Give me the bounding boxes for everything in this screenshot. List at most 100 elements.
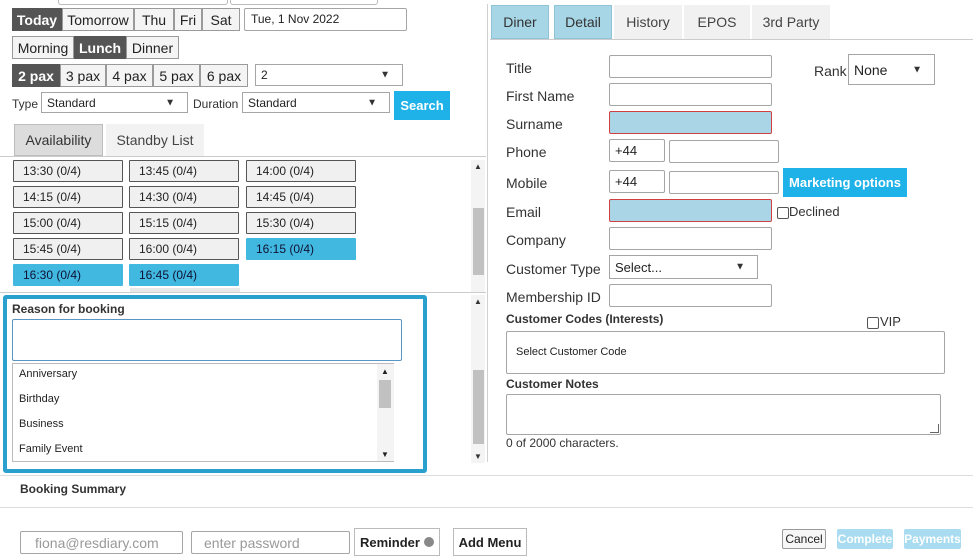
morning-button[interactable]: Morning [12,36,74,59]
pax-6-button[interactable]: 6 pax [200,64,248,87]
pax-5-button[interactable]: 5 pax [153,64,200,87]
tab-standby-list[interactable]: Standby List [106,124,204,156]
reminder-dot-icon [423,537,434,547]
date-value: Tue, 1 Nov 2022 [251,12,340,26]
surname-field[interactable] [609,111,772,134]
scroll-up-icon[interactable]: ▲ [381,367,389,376]
tab-diner[interactable]: Diner [491,5,549,39]
time-slot-button[interactable]: 15:00 (0/4) [13,212,123,234]
reason-option-birthday[interactable]: Birthday [19,393,59,405]
chevron-down-icon: ▼ [165,97,175,108]
mobile-code-value: +44 [615,174,638,189]
tomorrow-button[interactable]: Tomorrow [62,8,134,31]
tab-underline [0,156,486,157]
membership-id-field[interactable] [609,284,772,307]
time-slot-button[interactable]: 16:00 (0/4) [129,238,239,260]
hidden-control-edge [58,0,228,5]
chevron-down-icon: ▼ [367,97,377,108]
time-slot-button[interactable]: 16:45 (0/4) [129,264,239,286]
add-menu-button[interactable]: Add Menu [453,528,527,556]
mobile-number-field[interactable] [669,171,779,194]
mobile-code-field[interactable]: +44 [609,170,665,193]
scroll-up-icon[interactable]: ▲ [474,297,482,306]
customer-codes-select[interactable]: Select Customer Code [506,331,945,374]
pax-4-button[interactable]: 4 pax [106,64,153,87]
pax-select[interactable]: 2 ▼ [255,64,403,86]
time-slot-button[interactable]: 16:30 (0/4) [13,264,123,286]
reason-input[interactable] [12,319,402,361]
title-label: Title [506,60,532,76]
email-login-value: fiona@resdiary.com [35,535,159,551]
reason-option-family-event[interactable]: Family Event [19,443,83,455]
time-slot-button[interactable]: 13:45 (0/4) [129,160,239,182]
company-label: Company [506,232,566,248]
phone-code-field[interactable]: +44 [609,139,665,162]
pax-3-button[interactable]: 3 pax [60,64,106,87]
marketing-options-button[interactable]: Marketing options [783,168,907,197]
phone-number-field[interactable] [669,140,779,163]
first-name-label: First Name [506,88,575,104]
customer-type-value: Select... [615,259,662,275]
company-field[interactable] [609,227,772,250]
scroll-down-icon[interactable]: ▼ [381,450,389,459]
declined-checkbox[interactable] [777,207,789,219]
tab-availability[interactable]: Availability [14,124,103,156]
complete-button[interactable]: Complete [837,529,893,549]
dinner-button[interactable]: Dinner [126,36,179,59]
reminder-button[interactable]: Reminder [354,528,440,556]
cancel-button[interactable]: Cancel [782,529,826,549]
time-slot-button[interactable]: 15:15 (0/4) [129,212,239,234]
time-slot-button[interactable]: 14:15 (0/4) [13,186,123,208]
tab-history[interactable]: History [614,5,682,39]
reason-option-anniversary[interactable]: Anniversary [19,368,77,380]
password-field[interactable]: enter password [191,531,350,554]
email-field[interactable] [609,199,772,222]
lunch-button[interactable]: Lunch [74,36,126,59]
title-field[interactable] [609,55,772,78]
rank-select[interactable]: None ▼ [848,54,935,85]
time-slot-button[interactable]: 15:30 (0/4) [246,212,356,234]
tab-epos[interactable]: EPOS [684,5,750,39]
search-button[interactable]: Search [394,91,450,120]
customer-notes-textarea[interactable] [506,394,941,435]
first-name-field[interactable] [609,83,772,106]
scroll-down-icon[interactable]: ▼ [474,452,482,461]
fri-button[interactable]: Fri [174,8,202,31]
time-slot-button[interactable]: 15:45 (0/4) [13,238,123,260]
tab-detail[interactable]: Detail [554,5,612,39]
payments-button[interactable]: Payments [904,529,961,549]
vip-label: VIP [880,314,901,329]
email-login-field[interactable]: fiona@resdiary.com [20,531,183,554]
duration-select[interactable]: Standard ▼ [242,92,390,113]
reason-list-scrollbar[interactable] [377,364,394,461]
reason-list-thumb[interactable] [379,380,391,408]
pax-2-button[interactable]: 2 pax [12,64,60,87]
thu-button[interactable]: Thu [134,8,174,31]
type-select[interactable]: Standard ▼ [41,92,188,113]
customer-type-select[interactable]: Select... ▼ [609,255,758,279]
time-slot-button[interactable]: 13:30 (0/4) [13,160,123,182]
reminder-label: Reminder [360,534,420,550]
chevron-down-icon: ▼ [912,64,922,75]
tab-3rd-party[interactable]: 3rd Party [752,5,830,39]
vip-checkbox[interactable] [867,317,879,329]
time-slot-button[interactable]: 14:30 (0/4) [129,186,239,208]
today-button[interactable]: Today [12,8,62,31]
date-field[interactable]: Tue, 1 Nov 2022 [244,8,407,31]
time-slot-button[interactable]: 14:00 (0/4) [246,160,356,182]
password-placeholder: enter password [204,535,300,551]
summary-bottom-border [0,507,973,508]
slots-divider [0,292,486,293]
reason-panel-scrollbar-thumb[interactable] [473,370,484,444]
time-slot-button[interactable]: 14:45 (0/4) [246,186,356,208]
slots-scrollbar-thumb[interactable] [473,208,484,275]
scroll-up-icon[interactable]: ▲ [474,162,482,171]
time-slot-button[interactable]: 16:15 (0/4) [246,238,356,260]
sat-button[interactable]: Sat [202,8,240,31]
resize-handle-icon[interactable] [930,424,939,433]
surname-label: Surname [506,116,563,132]
customer-codes-placeholder: Select Customer Code [516,346,627,358]
reason-options-list[interactable]: Anniversary Birthday Business Family Eve… [12,363,394,462]
reason-option-business[interactable]: Business [19,418,64,430]
mobile-label: Mobile [506,175,548,191]
